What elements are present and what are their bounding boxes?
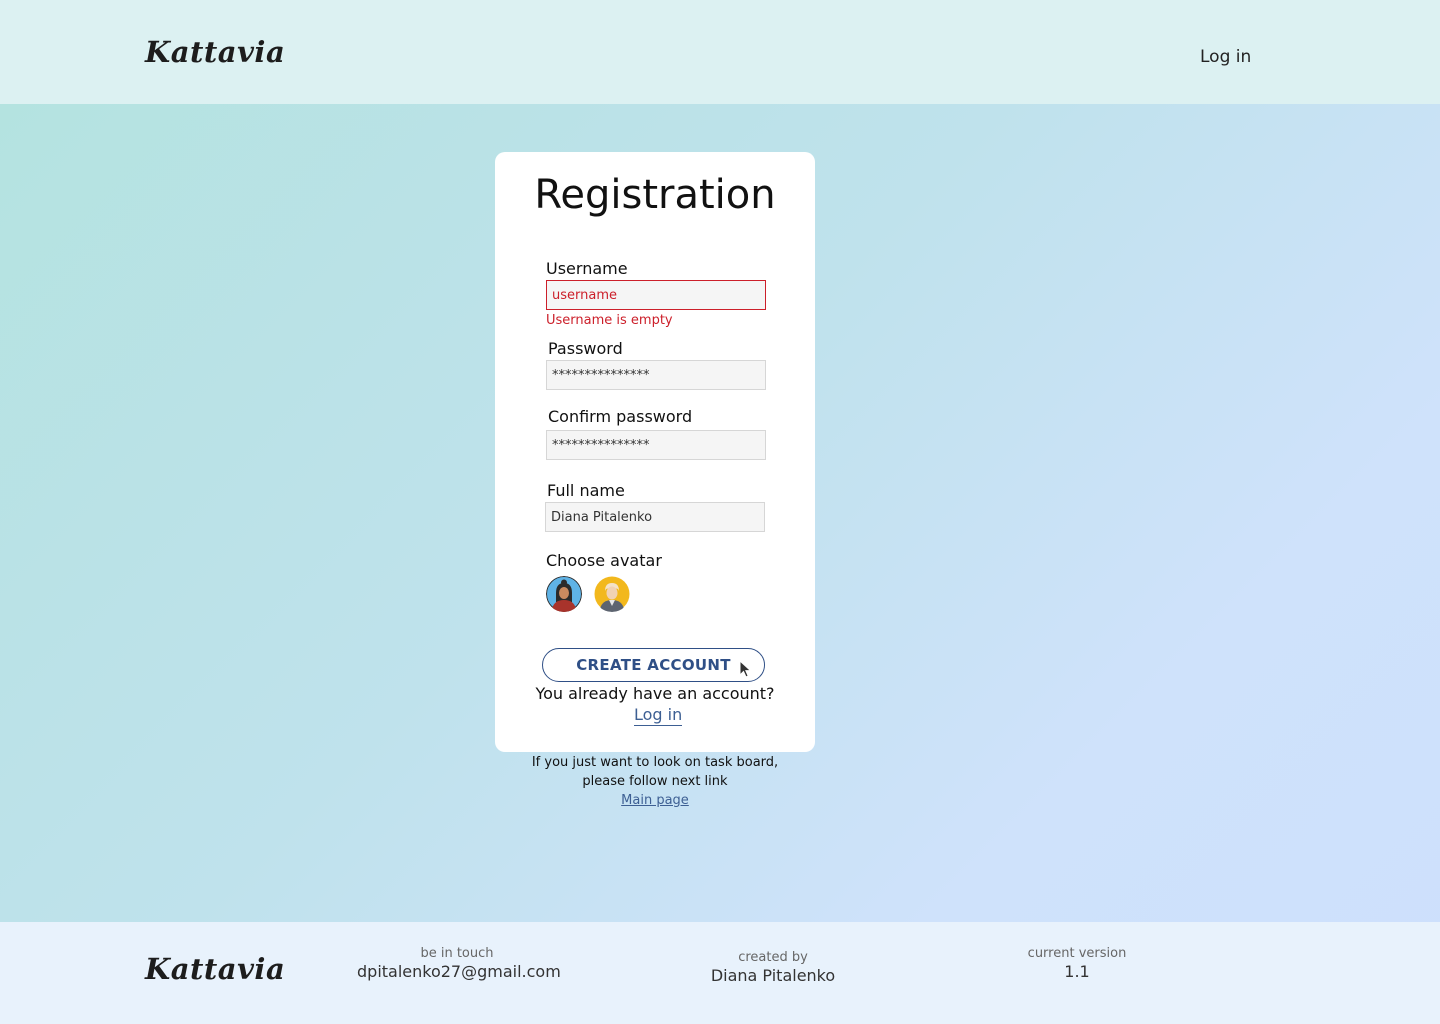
footer-version-label: current version xyxy=(1027,946,1127,961)
avatar-option-woman[interactable] xyxy=(546,576,582,612)
logo[interactable]: Kattavia xyxy=(145,35,285,69)
confirm-password-input[interactable] xyxy=(546,430,766,460)
username-input[interactable] xyxy=(546,280,766,310)
avatar-woman-icon xyxy=(546,576,582,612)
guest-hint: If you just want to look on task board, … xyxy=(495,753,815,810)
full-name-label: Full name xyxy=(547,481,625,500)
password-label: Password xyxy=(548,339,623,358)
guest-hint-line1: If you just want to look on task board, xyxy=(531,755,779,770)
header-login-link[interactable]: Log in xyxy=(1200,47,1251,67)
site-header: Kattavia Log in xyxy=(0,0,1440,104)
card-login-link[interactable]: Log in xyxy=(634,705,683,726)
avatar-option-man[interactable] xyxy=(594,576,630,612)
password-input[interactable] xyxy=(546,360,766,390)
footer-version-number: 1.1 xyxy=(1064,962,1090,981)
guest-hint-line2: please follow next link xyxy=(582,774,728,789)
username-label: Username xyxy=(546,259,628,278)
footer-logo[interactable]: Kattavia xyxy=(145,952,285,986)
registration-card: Registration Username Username is empty … xyxy=(495,152,815,752)
choose-avatar-label: Choose avatar xyxy=(546,551,662,570)
page-title: Registration xyxy=(534,172,776,218)
footer-version: current version 1.1 xyxy=(1007,946,1147,982)
footer-contact: be in touch dpitalenko27@gmail.com xyxy=(357,946,561,982)
username-error: Username is empty xyxy=(546,313,673,328)
mouse-pointer-icon xyxy=(739,660,752,678)
full-name-input[interactable] xyxy=(545,502,765,532)
site-footer: Kattavia be in touch dpitalenko27@gmail.… xyxy=(0,922,1440,1024)
confirm-password-label: Confirm password xyxy=(548,407,693,426)
footer-contact-label: be in touch xyxy=(420,946,494,961)
already-have-account-text: You already have an account? xyxy=(535,684,775,703)
footer-creator: created by Diana Pitalenko xyxy=(693,950,853,986)
footer-creator-label: created by xyxy=(738,950,808,965)
create-account-button[interactable]: CREATE ACCOUNT xyxy=(542,648,765,682)
footer-contact-email[interactable]: dpitalenko27@gmail.com xyxy=(357,962,561,982)
avatar-man-icon xyxy=(594,576,630,612)
main-page-link[interactable]: Main page xyxy=(621,793,689,808)
footer-creator-name: Diana Pitalenko xyxy=(710,966,836,985)
